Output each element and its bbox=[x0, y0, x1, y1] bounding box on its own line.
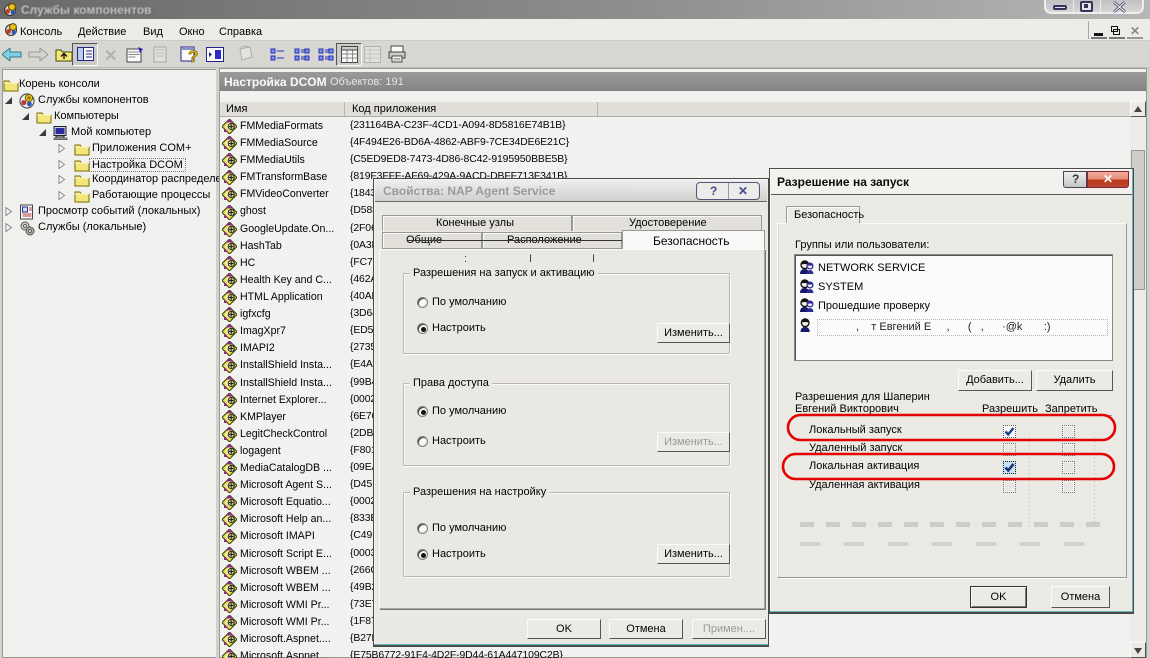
svg-text:?: ? bbox=[188, 47, 198, 64]
